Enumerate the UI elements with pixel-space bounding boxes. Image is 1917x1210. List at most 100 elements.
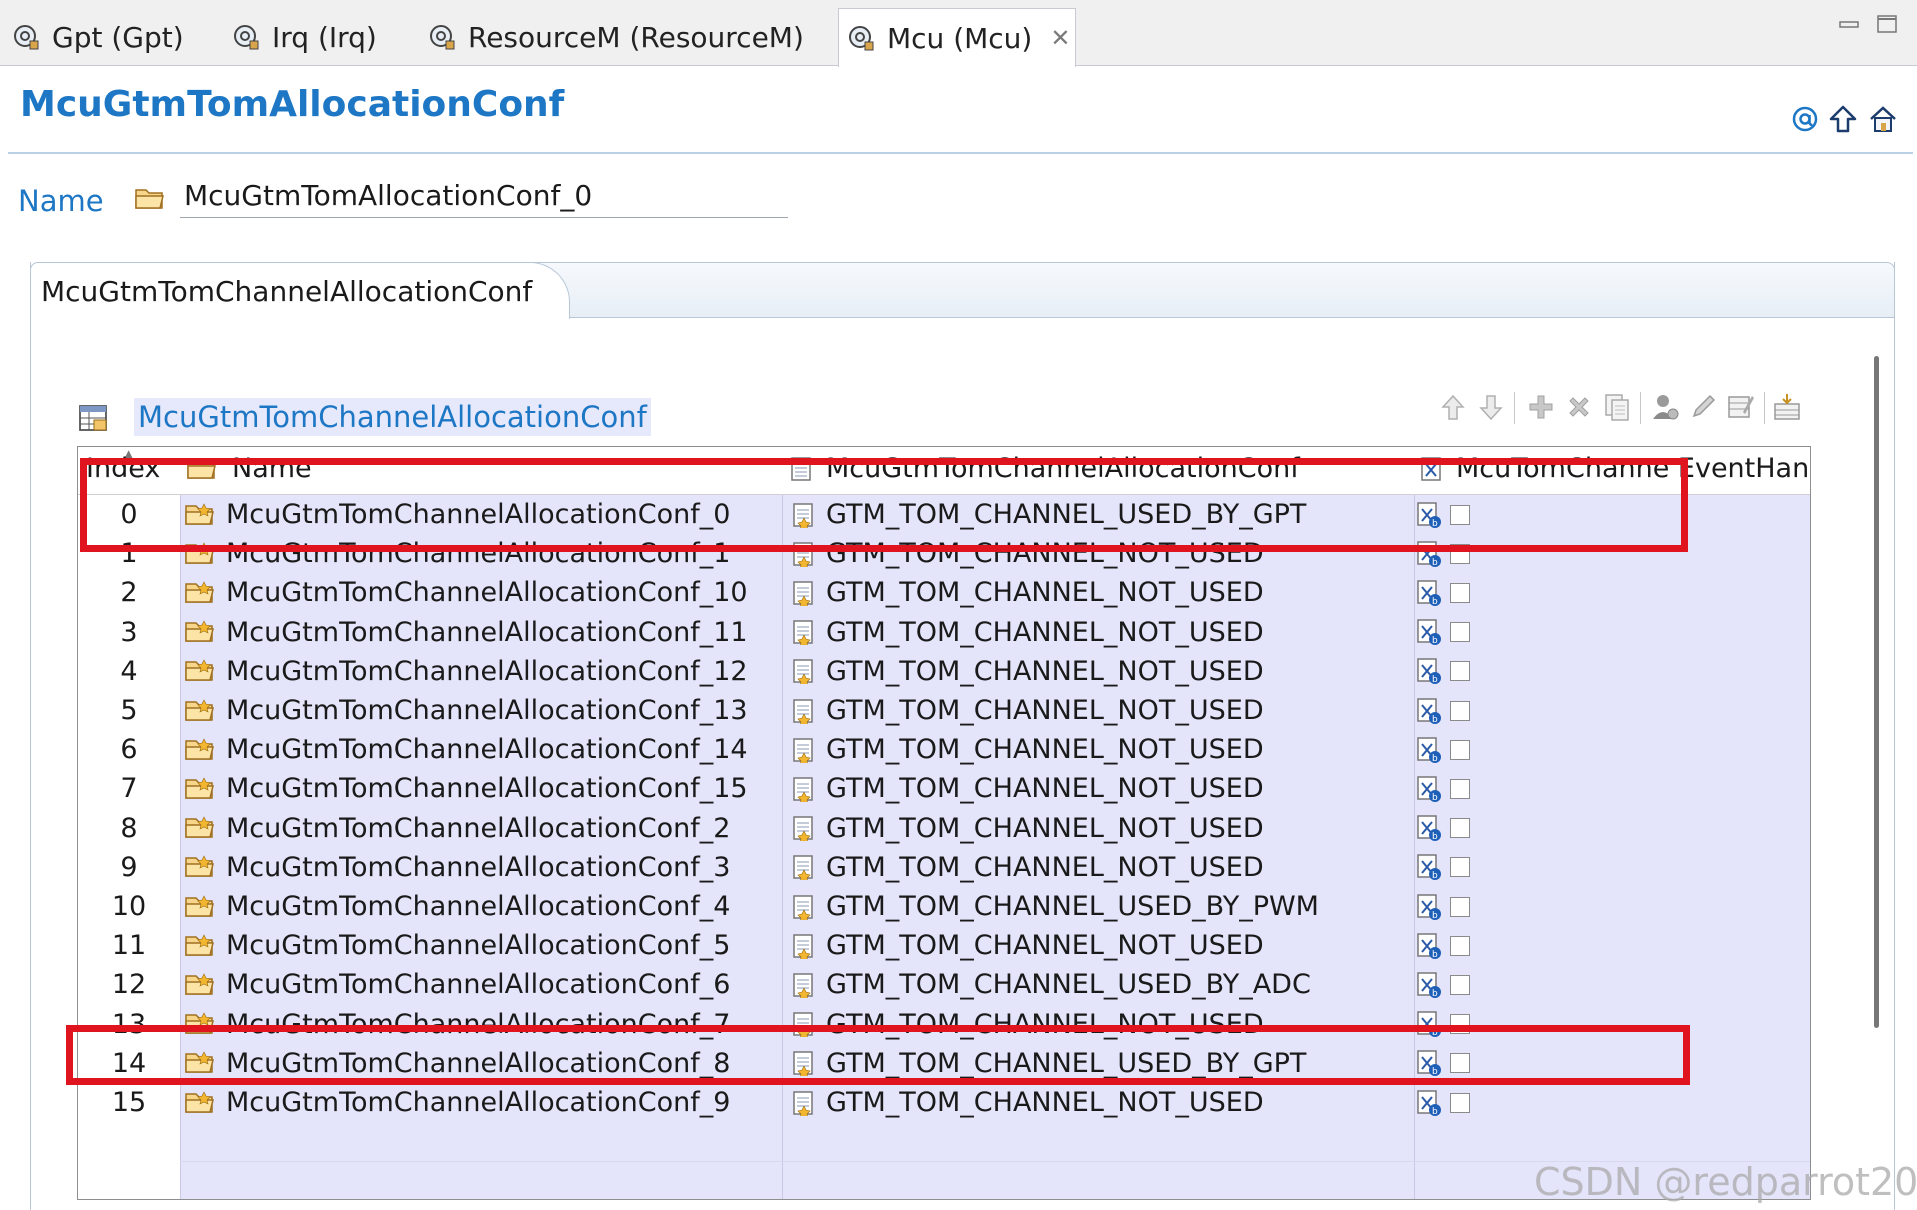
row-name-cell[interactable]: McuGtmTomChannelAllocationConf_13 [180, 691, 748, 730]
enum-value-icon [793, 659, 813, 685]
folder-icon [185, 581, 214, 603]
row-allocation-cell[interactable]: GTM_TOM_CHANNEL_NOT_USED [786, 613, 1264, 652]
enum-value-icon [793, 1090, 813, 1116]
maximize-icon[interactable] [1876, 14, 1898, 34]
move-down-icon[interactable] [1476, 392, 1506, 422]
folder-icon [185, 816, 214, 838]
row-name-cell[interactable]: McuGtmTomChannelAllocationConf_2 [180, 809, 730, 848]
row-name-cell[interactable]: McuGtmTomChannelAllocationConf_6 [180, 965, 730, 1004]
table-row[interactable]: 6 McuGtmTomChannelAllocationConf_14 GTM_TO… [78, 730, 1810, 770]
table-row[interactable]: 12 McuGtmTomChannelAllocationConf_6 GTM_TO… [78, 965, 1810, 1005]
event-handler-checkbox[interactable] [1450, 974, 1470, 995]
highlight-box-row-0 [80, 458, 1688, 552]
table-row[interactable]: 9 McuGtmTomChannelAllocationConf_3 GTM_TOM… [78, 847, 1810, 887]
row-allocation-cell[interactable]: GTM_TOM_CHANNEL_NOT_USED [786, 809, 1264, 848]
up-arrow-icon[interactable] [1828, 104, 1858, 134]
row-allocation-cell[interactable]: GTM_TOM_CHANNEL_NOT_USED [786, 730, 1264, 769]
watermark: CSDN @redparrot2008 [1534, 1160, 1917, 1204]
table-row[interactable]: 11 McuGtmTomChannelAllocationConf_5 GTM_TO… [78, 926, 1810, 966]
move-up-icon[interactable] [1438, 392, 1468, 422]
section-tab[interactable]: McuGtmTomChannelAllocationConf [30, 262, 570, 319]
add-icon[interactable] [1526, 392, 1556, 422]
row-name-cell[interactable]: McuGtmTomChannelAllocationConf_15 [180, 769, 748, 808]
tab-irq[interactable]: Irq (Irq) [232, 8, 377, 66]
event-handler-checkbox[interactable] [1450, 778, 1470, 799]
tab-mcu[interactable]: Mcu (Mcu) ✕ [838, 8, 1076, 67]
row-allocation-cell[interactable]: GTM_TOM_CHANNEL_USED_BY_ADC [786, 965, 1311, 1004]
row-allocation-cell[interactable]: GTM_TOM_CHANNEL_NOT_USED [786, 573, 1264, 612]
page-title: McuGtmTomAllocationConf [20, 84, 565, 125]
edit-table-icon[interactable] [1726, 392, 1756, 422]
row-allocation-value: GTM_TOM_CHANNEL_NOT_USED [826, 695, 1264, 726]
table-row[interactable]: 10 McuGtmTomChannelAllocationConf_4 GTM_TO… [78, 887, 1810, 926]
row-name-cell[interactable]: McuGtmTomChannelAllocationConf_4 [180, 887, 730, 926]
row-event-handler-cell: b [1416, 809, 1470, 848]
row-name-cell[interactable]: McuGtmTomChannelAllocationConf_14 [180, 730, 748, 769]
highlight-box-row-14 [66, 1025, 1690, 1085]
row-allocation-cell[interactable]: GTM_TOM_CHANNEL_NOT_USED [786, 652, 1264, 691]
row-allocation-cell[interactable]: GTM_TOM_CHANNEL_NOT_USED [786, 848, 1264, 887]
table-row[interactable]: 8 McuGtmTomChannelAllocationConf_2 GTM_TOM… [78, 808, 1810, 848]
import-icon[interactable] [1772, 392, 1802, 422]
row-allocation-cell[interactable]: GTM_TOM_CHANNEL_NOT_USED [786, 926, 1264, 965]
svg-text:b: b [1432, 715, 1438, 725]
table-row[interactable]: 4 McuGtmTomChannelAllocationConf_12 GTM_TO… [78, 651, 1810, 691]
delete-icon[interactable] [1564, 392, 1594, 422]
row-name-cell[interactable]: McuGtmTomChannelAllocationConf_12 [180, 652, 748, 691]
enum-value-icon [793, 698, 813, 724]
row-name-cell[interactable]: McuGtmTomChannelAllocationConf_9 [180, 1083, 730, 1122]
row-name-cell[interactable]: McuGtmTomChannelAllocationConf_3 [180, 848, 730, 887]
event-handler-checkbox[interactable] [1450, 1092, 1470, 1113]
tab-resourcem[interactable]: ResourceM (ResourceM) [428, 8, 804, 66]
table-row[interactable]: 15 McuGtmTomChannelAllocationConf_9 GTM_TO… [78, 1083, 1810, 1122]
row-allocation-cell[interactable]: GTM_TOM_CHANNEL_USED_BY_PWM [786, 887, 1319, 926]
name-label: Name [18, 184, 104, 218]
row-allocation-cell[interactable]: GTM_TOM_CHANNEL_NOT_USED [786, 1083, 1264, 1122]
row-allocation-cell[interactable]: GTM_TOM_CHANNEL_NOT_USED [786, 769, 1264, 808]
table-row[interactable]: 3 McuGtmTomChannelAllocationConf_11 GTM_TO… [78, 612, 1810, 652]
boolean-param-icon: b [1417, 658, 1441, 685]
table-row[interactable]: 7 McuGtmTomChannelAllocationConf_15 GTM_TO… [78, 769, 1810, 809]
folder-icon [185, 973, 214, 995]
event-handler-checkbox[interactable] [1450, 622, 1470, 643]
row-allocation-value: GTM_TOM_CHANNEL_NOT_USED [826, 616, 1264, 648]
event-handler-checkbox[interactable] [1450, 739, 1470, 760]
name-input[interactable] [180, 174, 788, 218]
row-allocation-value: GTM_TOM_CHANNEL_NOT_USED [826, 930, 1264, 962]
event-handler-checkbox[interactable] [1450, 896, 1470, 917]
row-name-cell[interactable]: McuGtmTomChannelAllocationConf_5 [180, 926, 730, 965]
row-index: 6 [78, 730, 180, 770]
event-handler-checkbox[interactable] [1450, 935, 1470, 956]
boolean-param-icon: b [1417, 619, 1441, 646]
table-row[interactable]: 5 McuGtmTomChannelAllocationConf_13 GTM_TO… [78, 691, 1810, 730]
event-handler-checkbox[interactable] [1450, 818, 1470, 839]
folder-icon [185, 738, 214, 760]
svg-text:b: b [1432, 911, 1438, 921]
table-icon [79, 405, 107, 431]
vertical-scrollbar[interactable] [1874, 356, 1879, 1028]
minimize-icon[interactable] [1838, 14, 1860, 34]
svg-text:b: b [1432, 597, 1438, 607]
event-handler-checkbox[interactable] [1450, 700, 1470, 721]
user-config-icon[interactable] [1650, 392, 1680, 422]
copy-icon[interactable] [1602, 392, 1632, 422]
folder-icon [185, 777, 214, 799]
tab-gpt[interactable]: Gpt (Gpt) [12, 8, 184, 66]
row-allocation-cell[interactable]: GTM_TOM_CHANNEL_NOT_USED [786, 691, 1264, 730]
home-icon[interactable] [1868, 104, 1898, 134]
row-name-cell[interactable]: McuGtmTomChannelAllocationConf_11 [180, 613, 748, 652]
event-handler-checkbox[interactable] [1450, 857, 1470, 878]
row-index: 11 [78, 926, 180, 966]
edit-icon[interactable] [1688, 392, 1718, 422]
at-sign-icon[interactable] [1790, 104, 1820, 134]
row-name: McuGtmTomChannelAllocationConf_3 [226, 851, 731, 883]
event-handler-checkbox[interactable] [1450, 661, 1470, 682]
row-name-cell[interactable]: McuGtmTomChannelAllocationConf_10 [180, 573, 748, 612]
table-row[interactable]: 2 McuGtmTomChannelAllocationConf_10 GTM_TO… [78, 573, 1810, 613]
event-handler-checkbox[interactable] [1450, 582, 1470, 603]
close-icon[interactable]: ✕ [1050, 24, 1070, 52]
row-event-handler-cell: b [1416, 573, 1470, 612]
row-allocation-value: GTM_TOM_CHANNEL_NOT_USED [826, 655, 1264, 687]
folder-icon [185, 1090, 214, 1113]
toolbar-separator [1640, 392, 1641, 424]
